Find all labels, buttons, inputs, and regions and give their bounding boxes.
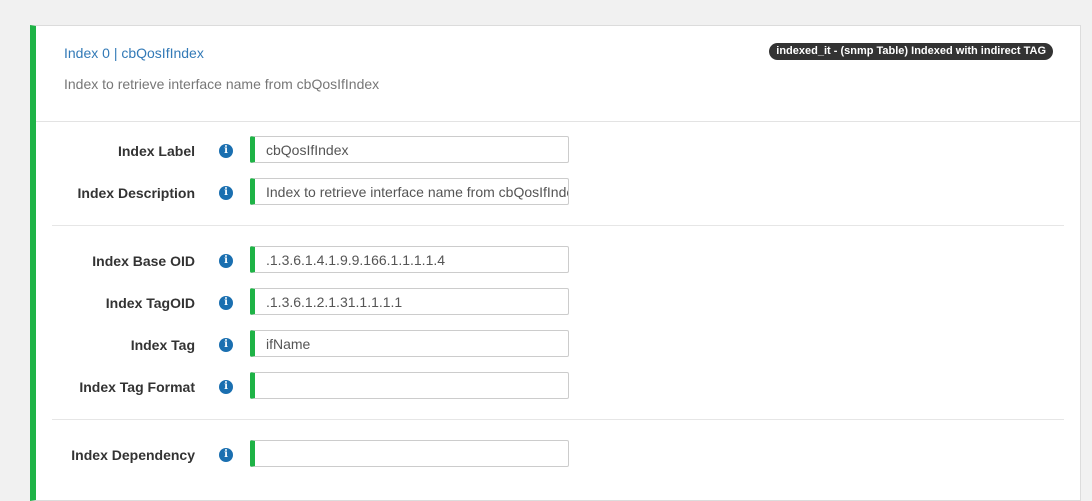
index-type-badge: indexed_it - (snmp Table) Indexed with i… — [769, 43, 1053, 60]
info-icon[interactable]: i — [219, 186, 233, 200]
info-icon[interactable]: i — [219, 380, 233, 394]
index-description-label: Index Description — [77, 185, 195, 201]
index-title-link[interactable]: Index 0 | cbQosIfIndex — [64, 45, 204, 61]
index-label-input[interactable] — [250, 136, 569, 163]
row-index-base-oid: Index Base OID i — [36, 246, 1080, 276]
section-divider — [52, 225, 1064, 226]
info-icon[interactable]: i — [219, 338, 233, 352]
info-icon[interactable]: i — [219, 144, 233, 158]
section-divider — [52, 419, 1064, 420]
index-tag-oid-input[interactable] — [250, 288, 569, 315]
row-index-tag-format: Index Tag Format i — [36, 372, 1080, 402]
info-icon[interactable]: i — [219, 254, 233, 268]
row-index-tag: Index Tag i — [36, 330, 1080, 360]
card-header: Index 0 | cbQosIfIndex Index to retrieve… — [36, 26, 1080, 122]
index-tag-label: Index Tag — [130, 337, 195, 353]
index-tag-format-input[interactable] — [250, 372, 569, 399]
row-index-dependency: Index Dependency i — [36, 440, 1080, 470]
info-icon[interactable]: i — [219, 448, 233, 462]
row-index-description: Index Description i — [36, 178, 1080, 208]
index-tag-input[interactable] — [250, 330, 569, 357]
info-icon[interactable]: i — [219, 296, 233, 310]
index-subtitle: Index to retrieve interface name from cb… — [64, 76, 380, 92]
index-description-input[interactable] — [250, 178, 569, 205]
index-tag-oid-label: Index TagOID — [105, 295, 195, 311]
index-label-label: Index Label — [117, 143, 195, 159]
index-base-oid-input[interactable] — [250, 246, 569, 273]
index-dependency-input[interactable] — [250, 440, 569, 467]
index-dependency-label: Index Dependency — [71, 447, 195, 463]
index-base-oid-label: Index Base OID — [92, 253, 195, 269]
row-index-label: Index Label i — [36, 136, 1080, 166]
row-index-tag-oid: Index TagOID i — [36, 288, 1080, 318]
index-tag-format-label: Index Tag Format — [79, 379, 195, 395]
index-card: Index 0 | cbQosIfIndex Index to retrieve… — [30, 25, 1081, 501]
